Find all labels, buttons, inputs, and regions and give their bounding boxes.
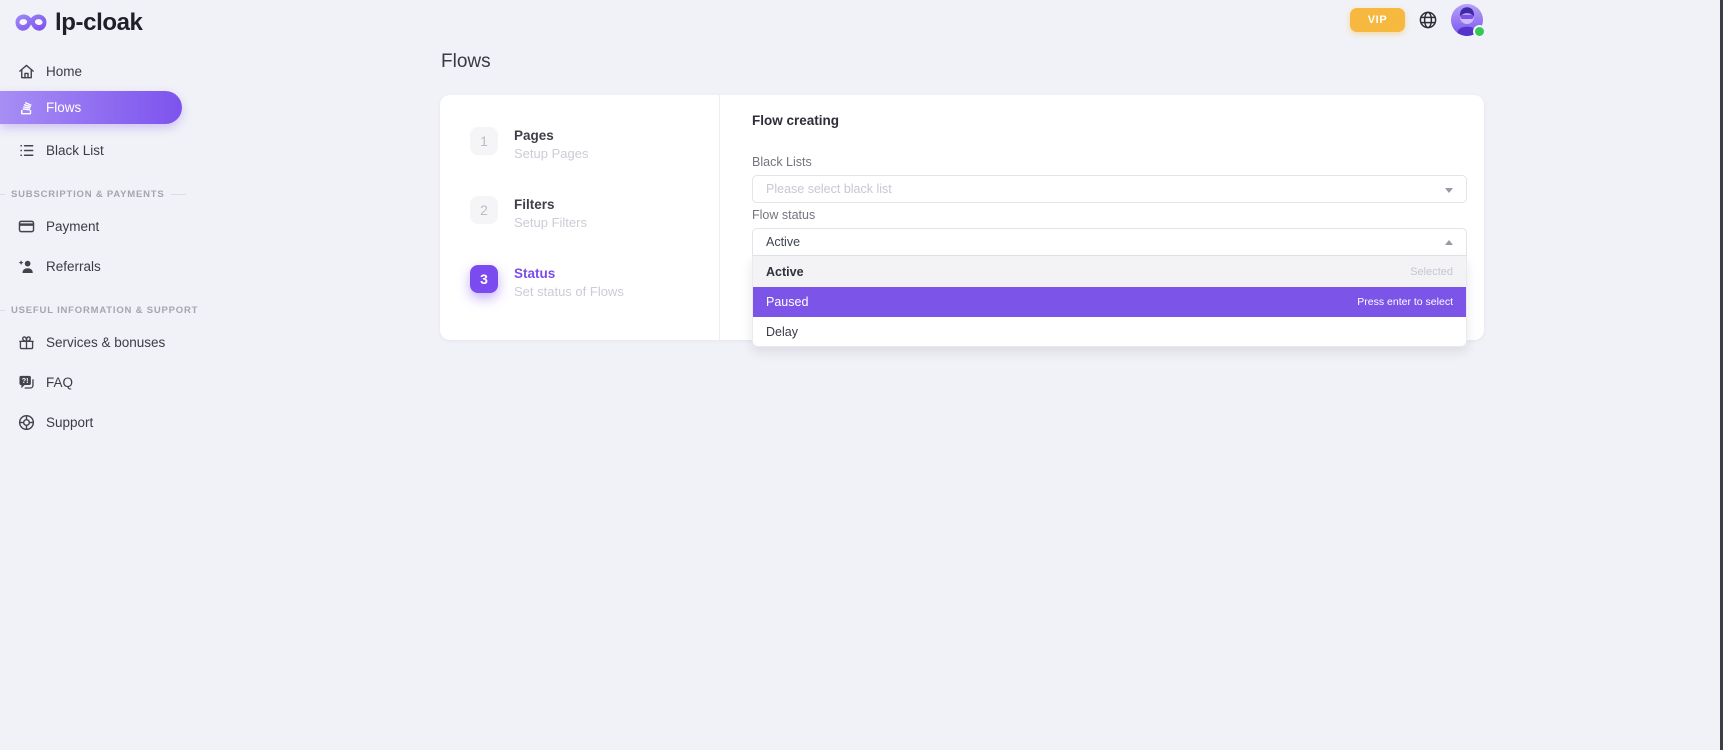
step-number-badge: 2 bbox=[470, 196, 498, 224]
vip-button[interactable]: VIP bbox=[1350, 8, 1405, 32]
sidebar-item-label: FAQ bbox=[46, 375, 73, 390]
flows-stack-icon bbox=[17, 98, 36, 117]
svg-text:?!: ?! bbox=[22, 376, 29, 384]
sidebar-item-label: Flows bbox=[46, 100, 81, 115]
sidebar-item-services[interactable]: Services & bonuses bbox=[0, 325, 200, 359]
user-avatar[interactable] bbox=[1451, 4, 1483, 36]
sidebar-section-support: USEFUL INFORMATION & SUPPORT bbox=[0, 305, 200, 316]
step-filters[interactable]: 2 Filters Setup Filters bbox=[470, 196, 719, 230]
flow-status-value: Active bbox=[766, 235, 800, 249]
sidebar-item-referrals[interactable]: Referrals bbox=[0, 249, 200, 283]
step-pages[interactable]: 1 Pages Setup Pages bbox=[470, 127, 719, 161]
referral-user-icon bbox=[17, 257, 36, 276]
sidebar-item-support[interactable]: Support bbox=[0, 405, 200, 439]
sidebar-item-label: Black List bbox=[46, 143, 104, 158]
dropdown-option-active[interactable]: Active Selected bbox=[753, 256, 1466, 287]
faq-bubble-icon: ?! bbox=[17, 373, 36, 392]
step-title: Pages bbox=[514, 127, 588, 143]
sidebar-item-faq[interactable]: ?! FAQ bbox=[0, 365, 200, 399]
sidebar-item-label: Referrals bbox=[46, 259, 101, 274]
sidebar-item-payment[interactable]: Payment bbox=[0, 209, 200, 243]
lifebuoy-icon bbox=[17, 413, 36, 432]
step-subtitle: Setup Filters bbox=[514, 215, 587, 230]
black-lists-placeholder: Please select black list bbox=[766, 182, 892, 196]
language-globe-button[interactable] bbox=[1418, 10, 1438, 30]
black-lists-select[interactable]: Please select black list bbox=[752, 175, 1467, 203]
wizard-stepper: 1 Pages Setup Pages 2 Filters Setup Filt… bbox=[440, 95, 720, 340]
form-title: Flow creating bbox=[752, 113, 1467, 128]
dropdown-option-paused[interactable]: Paused Press enter to select bbox=[753, 287, 1466, 317]
chevron-down-icon bbox=[1445, 188, 1453, 193]
step-title: Filters bbox=[514, 196, 587, 212]
step-number-badge: 3 bbox=[470, 265, 498, 293]
sidebar-item-flows[interactable]: Flows bbox=[0, 91, 182, 124]
flow-wizard-card: 1 Pages Setup Pages 2 Filters Setup Filt… bbox=[440, 95, 1484, 340]
dropdown-option-delay[interactable]: Delay bbox=[753, 317, 1466, 346]
step-subtitle: Set status of Flows bbox=[514, 284, 624, 299]
sidebar-item-home[interactable]: Home bbox=[0, 54, 200, 88]
sidebar-item-label: Support bbox=[46, 415, 93, 430]
flow-status-select[interactable]: Active bbox=[752, 228, 1467, 256]
flow-creating-form: Flow creating Black Lists Please select … bbox=[720, 95, 1484, 340]
flow-status-label: Flow status bbox=[752, 208, 1467, 222]
sidebar-item-black-list[interactable]: Black List bbox=[0, 133, 200, 167]
sidebar-item-label: Payment bbox=[46, 219, 99, 234]
app-logo[interactable]: lp-cloak bbox=[0, 0, 200, 37]
home-icon bbox=[17, 62, 36, 81]
step-status[interactable]: 3 Status Set status of Flows bbox=[470, 265, 719, 299]
sidebar-item-label: Services & bonuses bbox=[46, 335, 165, 350]
step-subtitle: Setup Pages bbox=[514, 146, 588, 161]
sidebar: lp-cloak Home Flows bbox=[0, 0, 200, 750]
flow-status-dropdown: Active Selected Paused Press enter to se… bbox=[752, 256, 1467, 347]
sidebar-item-label: Home bbox=[46, 64, 82, 79]
sidebar-nav: Home Flows Bla bbox=[0, 54, 200, 439]
header-controls: VIP bbox=[1350, 3, 1483, 37]
app-title: lp-cloak bbox=[55, 9, 143, 37]
online-status-dot bbox=[1475, 27, 1484, 36]
step-number-badge: 1 bbox=[470, 127, 498, 155]
option-hint: Press enter to select bbox=[1357, 296, 1453, 308]
list-icon bbox=[17, 141, 36, 160]
globe-icon bbox=[1418, 10, 1438, 30]
page-title: Flows bbox=[441, 51, 491, 73]
step-title: Status bbox=[514, 265, 624, 281]
sidebar-section-subscription: SUBSCRIPTION & PAYMENTS bbox=[0, 189, 200, 200]
credit-card-icon bbox=[17, 217, 36, 236]
chevron-up-icon bbox=[1445, 240, 1453, 245]
gift-icon bbox=[17, 333, 36, 352]
option-hint: Selected bbox=[1410, 266, 1453, 278]
mask-logo-icon bbox=[14, 11, 48, 35]
black-lists-label: Black Lists bbox=[752, 155, 1467, 169]
